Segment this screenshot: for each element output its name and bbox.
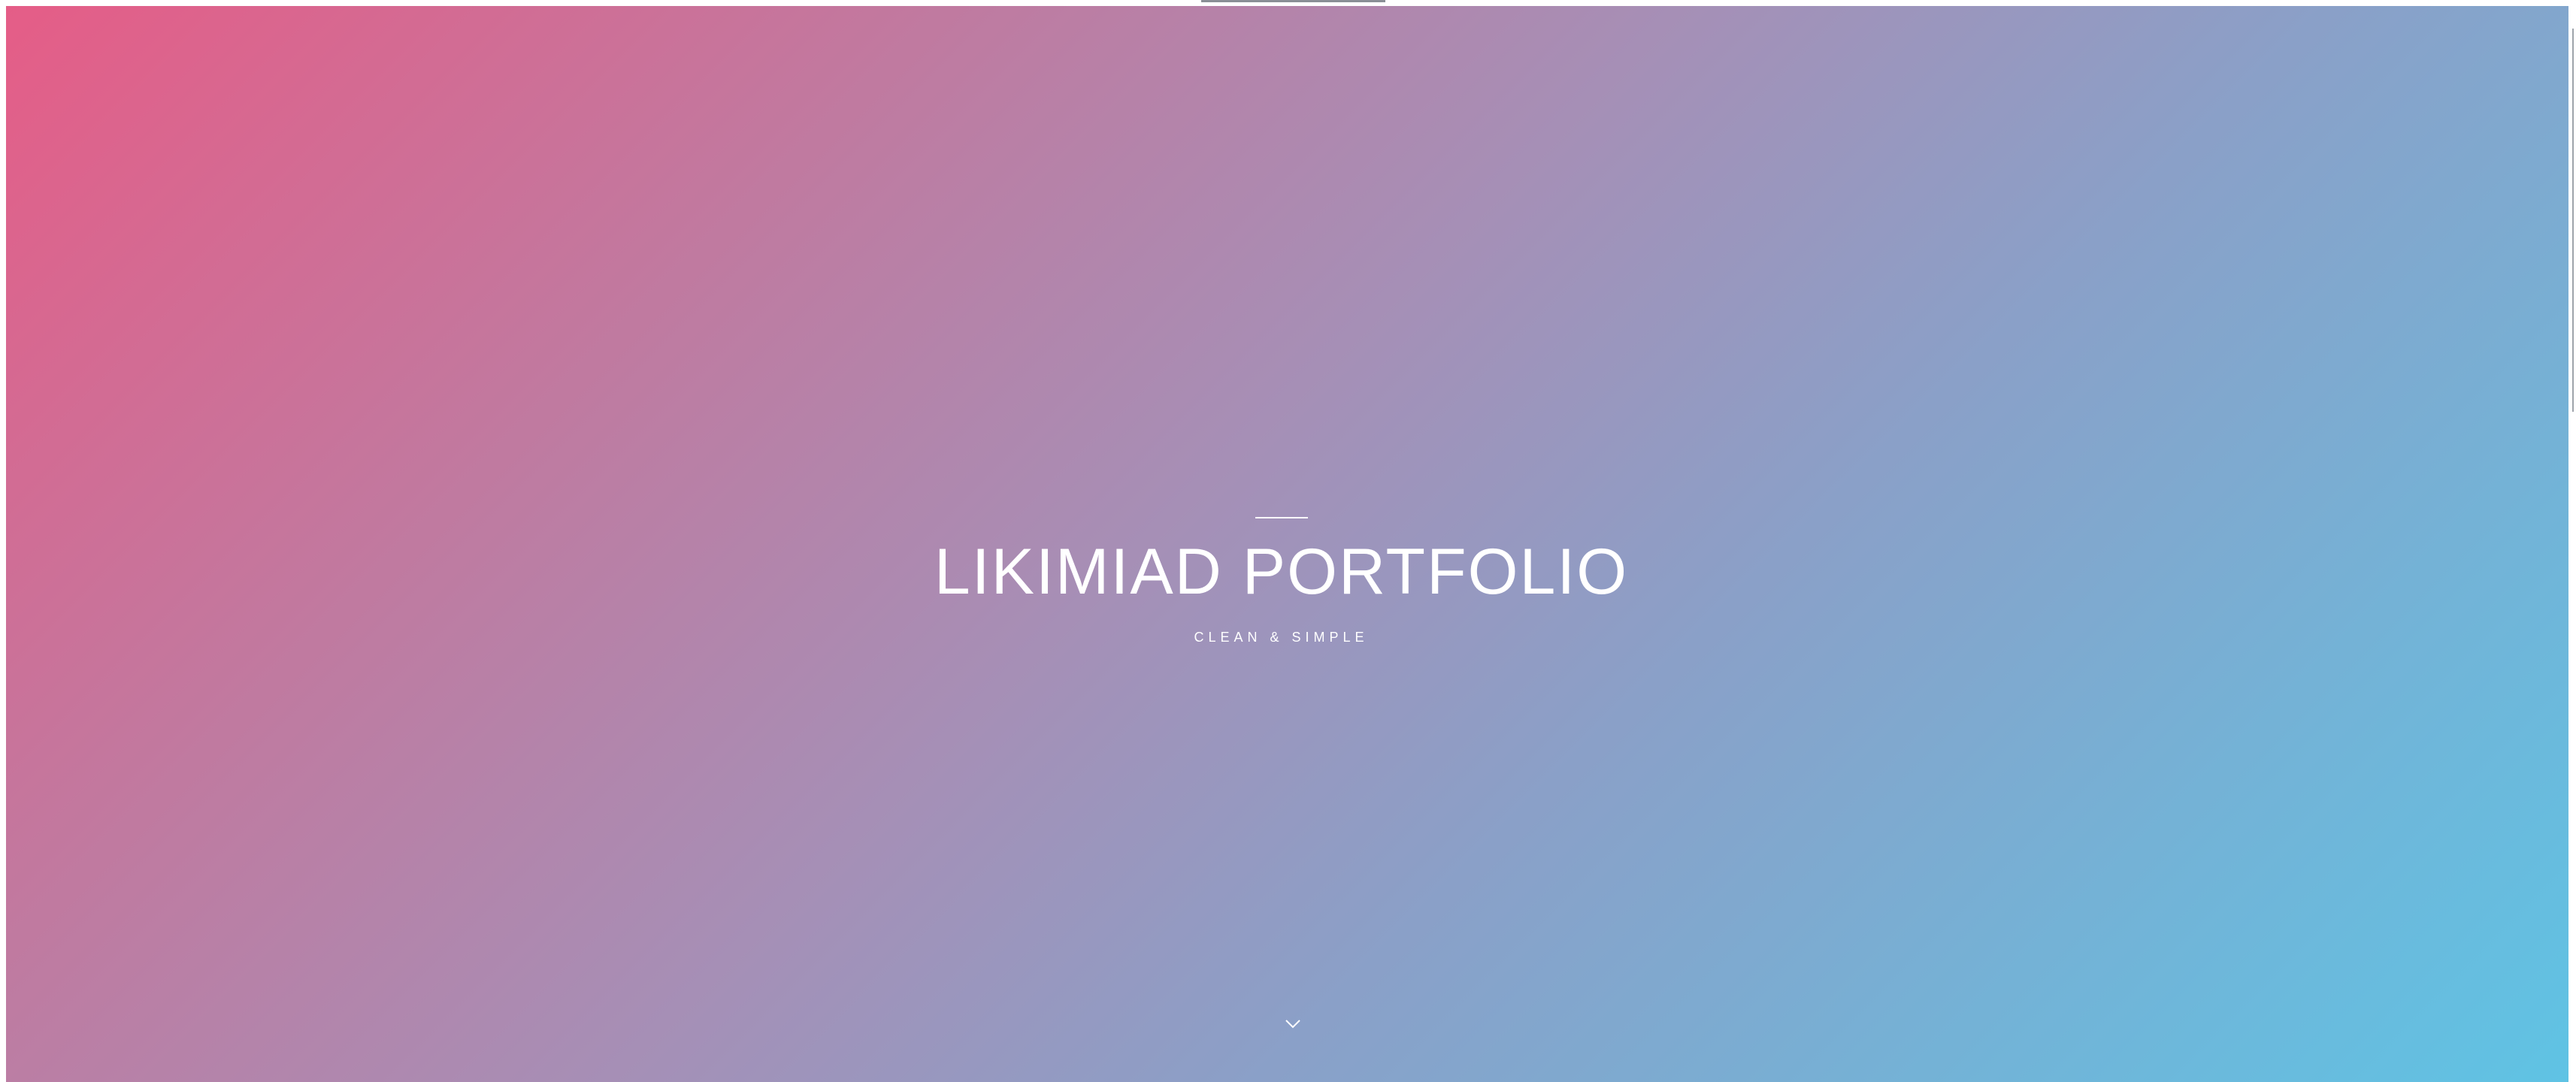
hero-subtitle: CLEAN & SIMPLE <box>1194 630 1369 645</box>
scrollbar-thumb[interactable] <box>2572 29 2574 412</box>
hero-title: LIKIMIAD PORTFOLIO <box>934 536 1629 608</box>
scroll-down-button[interactable] <box>1283 1017 1303 1032</box>
scrollbar-track[interactable] <box>2568 6 2576 1082</box>
top-tab-indicator <box>1201 0 1385 2</box>
hero-content: LIKIMIAD PORTFOLIO CLEAN & SIMPLE <box>6 517 2568 645</box>
hero-section: LIKIMIAD PORTFOLIO CLEAN & SIMPLE <box>6 6 2568 1082</box>
page: LIKIMIAD PORTFOLIO CLEAN & SIMPLE <box>0 0 2576 1082</box>
title-divider <box>1255 517 1308 518</box>
chevron-down-icon <box>1285 1020 1300 1029</box>
